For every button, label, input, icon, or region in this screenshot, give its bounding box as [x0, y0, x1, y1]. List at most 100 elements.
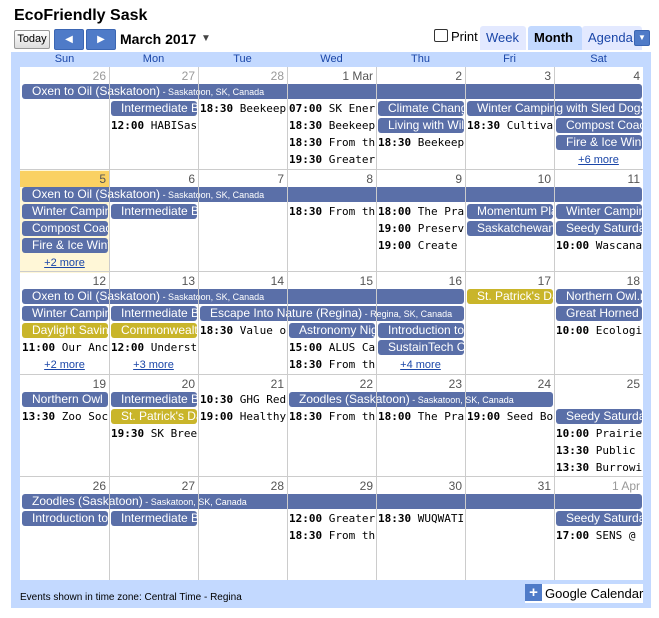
event-chip[interactable]: Compost Coaching [22, 221, 108, 236]
tab-week[interactable]: Week [480, 26, 526, 50]
day-number[interactable]: 21 [198, 376, 287, 392]
event-chip[interactable]: Northern Owl.ne [556, 289, 642, 304]
timed-event[interactable]: 18:30 Beekeeping [376, 135, 464, 150]
day-number[interactable]: 26 [20, 68, 109, 84]
timed-event[interactable]: 18:30 Value of W [198, 323, 286, 338]
period-dropdown-icon[interactable]: ▼ [201, 33, 211, 44]
timed-event[interactable]: 18:30 From the [287, 135, 375, 150]
day-number[interactable]: 3 [465, 68, 554, 84]
timed-event[interactable]: 18:30 Beekeeping [287, 118, 375, 133]
more-events-link[interactable]: +2 more [20, 358, 109, 372]
timed-event[interactable]: 12:00 Greater S [287, 511, 375, 526]
day-number[interactable]: 7 [198, 171, 287, 187]
timed-event[interactable]: 18:30 From the [287, 409, 375, 424]
day-number[interactable]: 29 [287, 478, 376, 494]
event-chip[interactable]: Introduction to [22, 511, 108, 526]
event-chip[interactable]: Zoodles (Saskatoon) - Saskatoon, SK, Can… [22, 494, 642, 509]
timed-event[interactable]: 18:30 From the [287, 357, 375, 372]
timed-event[interactable]: 18:30 WUQWATI [376, 511, 464, 526]
event-chip[interactable]: Daylight Saving Time [22, 323, 108, 338]
timed-event[interactable]: 19:00 Create a Po [376, 238, 464, 253]
event-chip[interactable]: Oxen to Oil (Saskatoon) - Saskatoon, SK,… [22, 289, 464, 304]
day-number[interactable]: 6 [109, 171, 198, 187]
timed-event[interactable]: 10:30 GHG Reduc [198, 392, 286, 407]
day-number[interactable]: 9 [376, 171, 465, 187]
event-chip[interactable]: Saskatchewan [467, 221, 553, 236]
timed-event[interactable]: 13:30 Zoo Society [20, 409, 108, 424]
timed-event[interactable]: 13:30 Burrowing [554, 460, 642, 475]
today-button[interactable]: Today [14, 30, 50, 49]
day-number[interactable]: 10 [465, 171, 554, 187]
day-number[interactable]: 27 [109, 478, 198, 494]
timed-event[interactable]: 19:00 Preserving [376, 221, 464, 236]
day-number[interactable]: 26 [20, 478, 109, 494]
event-chip[interactable]: Seedy Saturday [556, 511, 642, 526]
timed-event[interactable]: 11:00 Our Ancient [20, 340, 108, 355]
event-chip[interactable]: Climate Change [378, 101, 464, 116]
day-number[interactable]: 8 [287, 171, 376, 187]
day-number[interactable]: 2 [376, 68, 465, 84]
timed-event[interactable]: 07:00 SK Energy [287, 101, 375, 116]
timed-event[interactable]: 18:30 From the [287, 204, 375, 219]
day-number[interactable]: 27 [109, 68, 198, 84]
day-number[interactable]: 16 [376, 273, 465, 289]
timed-event[interactable]: 18:30 Cultivating [465, 118, 553, 133]
event-chip[interactable]: Intermediate Beekeeping [111, 511, 197, 526]
timed-event[interactable]: 18:30 From the [287, 528, 375, 543]
more-events-link[interactable]: +2 more [20, 256, 109, 270]
event-chip[interactable]: Compost Coaching [556, 118, 642, 133]
google-calendar-button[interactable]: + Google Calendar [525, 584, 643, 603]
event-chip[interactable]: Fire & Ice Winter [22, 238, 108, 253]
event-chip[interactable]: Intermediate Beekeeping [111, 392, 197, 407]
event-chip[interactable]: Introduction to [378, 323, 464, 338]
day-number[interactable]: 12 [20, 273, 109, 289]
day-number[interactable]: 4 [554, 68, 643, 84]
timed-event[interactable]: 19:30 Greater S [287, 152, 375, 167]
timed-event[interactable]: 19:00 Seed Bomb [465, 409, 553, 424]
timed-event[interactable]: 19:00 Healthy Ya [198, 409, 286, 424]
timed-event[interactable]: 18:00 The Prairie [376, 409, 464, 424]
event-chip[interactable]: Oxen to Oil (Saskatoon) - Saskatoon, SK,… [22, 187, 642, 202]
day-number[interactable]: 1 Mar [287, 68, 376, 84]
event-chip[interactable]: Astronomy Night [289, 323, 375, 338]
day-number[interactable]: 11 [554, 171, 643, 187]
event-chip[interactable]: Oxen to Oil (Saskatoon) - Saskatoon, SK,… [22, 84, 642, 99]
event-chip[interactable]: Intermediate Beekeeping [111, 306, 197, 321]
timed-event[interactable]: 10:00 Wascana Wi [554, 238, 642, 253]
timed-event[interactable]: 12:00 HABISask [109, 118, 197, 133]
day-number[interactable]: 14 [198, 273, 287, 289]
tab-agenda[interactable]: Agenda [582, 26, 642, 50]
event-chip[interactable]: St. Patrick's Day [467, 289, 553, 304]
timed-event[interactable]: 18:30 Beekeeping [198, 101, 286, 116]
day-number[interactable]: 20 [109, 376, 198, 392]
timed-event[interactable]: 19:30 SK Breed [109, 426, 197, 441]
event-chip[interactable]: Seedy Saturday [556, 221, 642, 236]
event-chip[interactable]: Commonwealth Day [111, 323, 197, 338]
event-chip[interactable]: Seedy Saturday [556, 409, 642, 424]
prev-period-button[interactable]: ◀ [54, 29, 84, 50]
event-chip[interactable]: Winter Camping [22, 204, 108, 219]
timed-event[interactable]: 10:00 Prairie Bir [554, 426, 642, 441]
day-number[interactable]: 19 [20, 376, 109, 392]
day-number[interactable]: 28 [198, 478, 287, 494]
day-number[interactable]: 24 [465, 376, 554, 392]
event-chip[interactable]: Escape Into Nature (Regina) - Regina, SK… [200, 306, 464, 321]
view-dropdown-icon[interactable]: ▼ [634, 30, 650, 46]
more-events-link[interactable]: +3 more [109, 358, 198, 372]
day-number[interactable]: 30 [376, 478, 465, 494]
event-chip[interactable]: SustainTech Conf [378, 340, 464, 355]
timed-event[interactable]: 17:00 SENS @ 1 [554, 528, 642, 543]
day-number[interactable]: 17 [465, 273, 554, 289]
day-number[interactable]: 22 [287, 376, 376, 392]
more-events-link[interactable]: +6 more [554, 153, 643, 167]
event-chip[interactable]: Zoodles (Saskatoon) - Saskatoon, SK, Can… [289, 392, 553, 407]
day-number[interactable]: 31 [465, 478, 554, 494]
event-chip[interactable]: St. Patrick's Day [111, 409, 197, 424]
timed-event[interactable]: 15:00 ALUS Can [287, 340, 375, 355]
event-chip[interactable]: Intermediate Beekeeping [111, 204, 197, 219]
day-number[interactable]: 25 [554, 376, 643, 392]
day-number[interactable]: 18 [554, 273, 643, 289]
day-number[interactable]: 1 Apr [554, 478, 643, 494]
tab-month[interactable]: Month [528, 26, 582, 50]
more-events-link[interactable]: +4 more [376, 358, 465, 372]
